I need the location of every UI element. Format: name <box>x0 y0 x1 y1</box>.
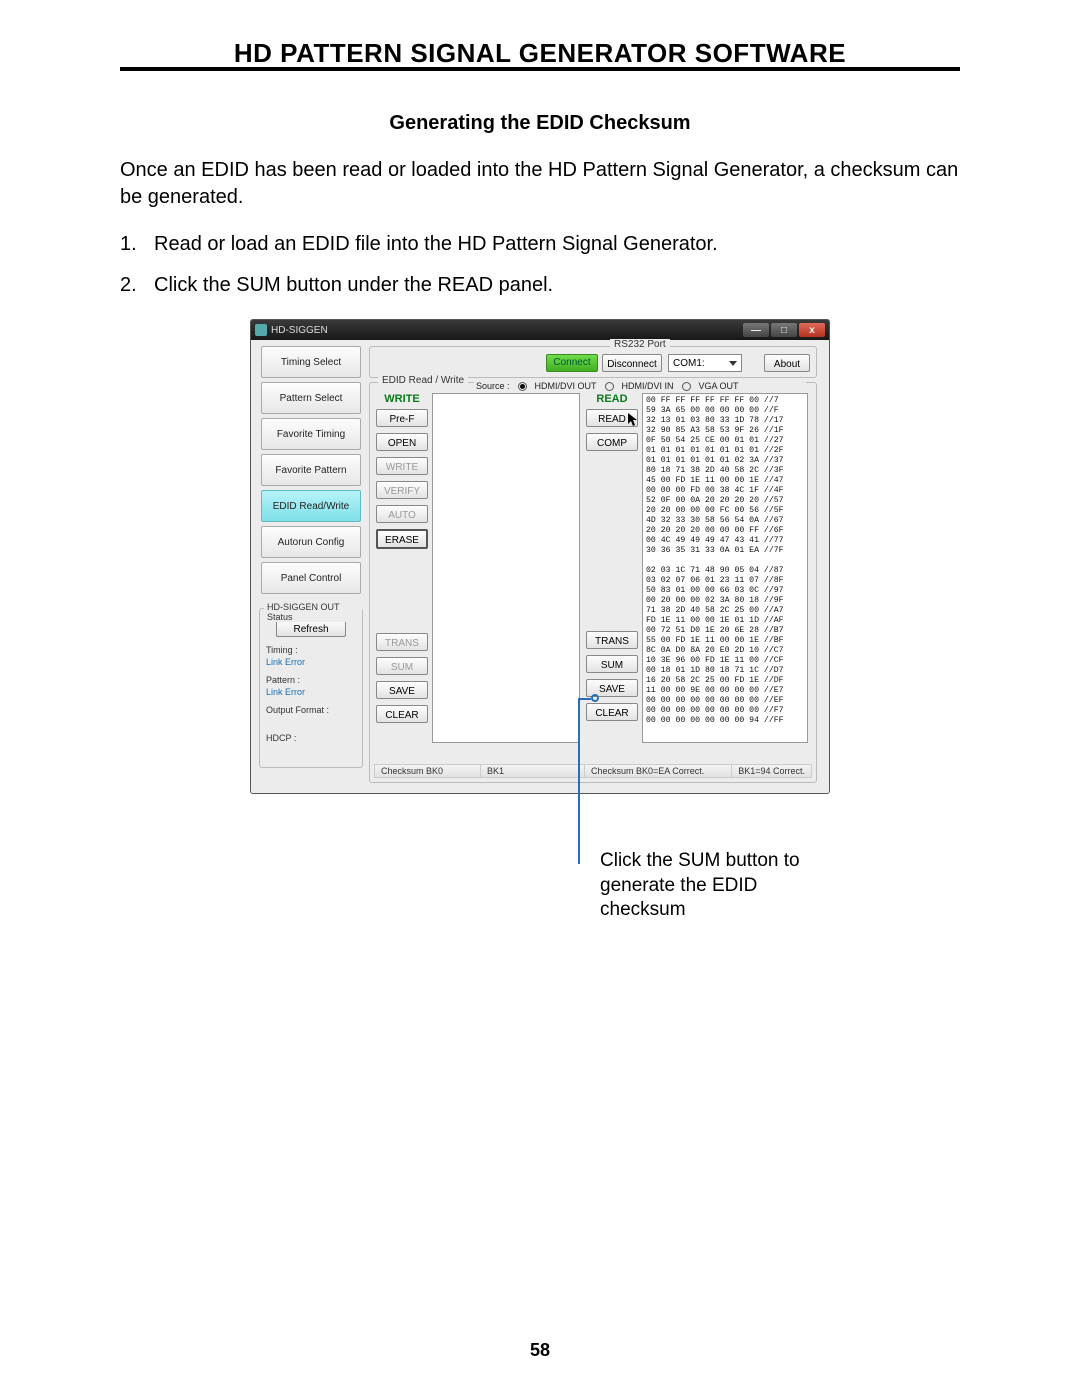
clear-button-right[interactable]: CLEAR <box>586 703 638 721</box>
radio-vga-out-label: VGA OUT <box>699 381 739 391</box>
save-button-left[interactable]: SAVE <box>376 681 428 699</box>
app-icon <box>255 324 267 336</box>
write-button[interactable]: WRITE <box>376 457 428 475</box>
close-button[interactable]: x <box>799 323 825 337</box>
status-output-label: Output Format : <box>266 705 362 715</box>
step-number: 1. <box>120 231 154 258</box>
com-port-value: COM1: <box>673 358 705 369</box>
sidebar-item-panel-control[interactable]: Panel Control <box>261 562 361 594</box>
erase-button[interactable]: ERASE <box>376 529 428 549</box>
footer-bk1-right: BK1=94 Correct. <box>732 765 811 777</box>
sidebar-item-pattern-select[interactable]: Pattern Select <box>261 382 361 414</box>
read-textarea[interactable]: 00 FF FF FF FF FF FF 00 //7 59 3A 65 00 … <box>642 393 808 743</box>
rs232-legend: RS232 Port <box>610 339 670 350</box>
sum-button-left[interactable]: SUM <box>376 657 428 675</box>
window-title: HD-SIGGEN <box>271 325 328 336</box>
minimize-button[interactable]: — <box>743 323 769 337</box>
maximize-button[interactable]: □ <box>771 323 797 337</box>
page-header-title: HD PATTERN SIGNAL GENERATOR SOFTWARE <box>0 38 1080 69</box>
section-title: Generating the EDID Checksum <box>120 112 960 135</box>
auto-button[interactable]: AUTO <box>376 505 428 523</box>
radio-hdmi-out[interactable] <box>518 382 527 391</box>
rs232-groupbox: RS232 Port Connect Disconnect COM1: Abou… <box>369 346 817 378</box>
chevron-down-icon <box>729 361 737 366</box>
page-number: 58 <box>0 1340 1080 1361</box>
status-timing-label: Timing : <box>266 645 362 655</box>
callout-connector <box>579 698 591 700</box>
write-textarea[interactable] <box>432 393 580 743</box>
about-button[interactable]: About <box>764 354 810 372</box>
intro-text: Once an EDID has been read or loaded int… <box>120 157 960 211</box>
app-window: HD-SIGGEN — □ x Timing Select Pattern Sel… <box>250 319 830 794</box>
status-hdcp-label: HDCP : <box>266 733 362 743</box>
disconnect-button[interactable]: Disconnect <box>602 354 662 372</box>
status-timing-value: Link Error <box>266 657 362 667</box>
write-label: WRITE <box>376 393 428 405</box>
radio-hdmi-in-label: HDMI/DVI IN <box>622 381 674 391</box>
open-button[interactable]: OPEN <box>376 433 428 451</box>
verify-button[interactable]: VERIFY <box>376 481 428 499</box>
clear-button-left[interactable]: CLEAR <box>376 705 428 723</box>
steps-list: 1. Read or load an EDID file into the HD… <box>120 231 960 299</box>
source-label: Source : <box>476 381 510 391</box>
header-rule <box>120 67 960 71</box>
comp-button[interactable]: COMP <box>586 433 638 451</box>
read-column: READ READ COMP TRANS SUM SAVE CLEAR <box>586 393 638 727</box>
footer-bk0-right: Checksum BK0=EA Correct. <box>585 765 732 777</box>
connect-button[interactable]: Connect <box>546 354 598 372</box>
callout-marker-icon <box>591 694 599 702</box>
sidebar-item-autorun-config[interactable]: Autorun Config <box>261 526 361 558</box>
status-groupbox: HD-SIGGEN OUT Status Refresh Timing : Li… <box>259 608 363 768</box>
radio-hdmi-in[interactable] <box>605 382 614 391</box>
write-column: WRITE Pre-F OPEN WRITE VERIFY AUTO ERASE… <box>376 393 428 729</box>
step-text: Read or load an EDID file into the HD Pa… <box>154 231 718 258</box>
window-titlebar: HD-SIGGEN — □ x <box>251 320 829 340</box>
radio-vga-out[interactable] <box>682 382 691 391</box>
read-label: READ <box>586 393 638 405</box>
status-legend: HD-SIGGEN OUT Status <box>264 602 362 622</box>
checksum-footer: Checksum BK0 BK1 Checksum BK0=EA Correct… <box>374 764 812 778</box>
sidebar-item-favorite-timing[interactable]: Favorite Timing <box>261 418 361 450</box>
sidebar-item-edid-read-write[interactable]: EDID Read/Write <box>261 490 361 522</box>
sidebar-item-favorite-pattern[interactable]: Favorite Pattern <box>261 454 361 486</box>
com-port-select[interactable]: COM1: <box>668 354 742 372</box>
sidebar-item-timing-select[interactable]: Timing Select <box>261 346 361 378</box>
trans-button-left[interactable]: TRANS <box>376 633 428 651</box>
edid-source-row: Source : HDMI/DVI OUT HDMI/DVI IN VGA OU… <box>474 381 806 391</box>
callout-connector <box>578 698 580 864</box>
cursor-icon <box>628 413 640 427</box>
status-pattern-label: Pattern : <box>266 675 362 685</box>
status-pattern-value: Link Error <box>266 687 362 697</box>
edid-legend: EDID Read / Write <box>378 375 468 386</box>
footer-bk1-left: BK1 <box>481 765 585 777</box>
footer-bk0-left: Checksum BK0 <box>375 765 481 777</box>
radio-hdmi-out-label: HDMI/DVI OUT <box>535 381 597 391</box>
trans-button-right[interactable]: TRANS <box>586 631 638 649</box>
sum-button-right[interactable]: SUM <box>586 655 638 673</box>
sidebar: Timing Select Pattern Select Favorite Timi… <box>261 346 361 598</box>
callout-text: Click the SUM button to generate the EDI… <box>600 849 820 923</box>
pref-button[interactable]: Pre-F <box>376 409 428 427</box>
edid-groupbox: EDID Read / Write Source : HDMI/DVI OUT … <box>369 382 817 783</box>
step-number: 2. <box>120 272 154 299</box>
step-text: Click the SUM button under the READ pane… <box>154 272 553 299</box>
